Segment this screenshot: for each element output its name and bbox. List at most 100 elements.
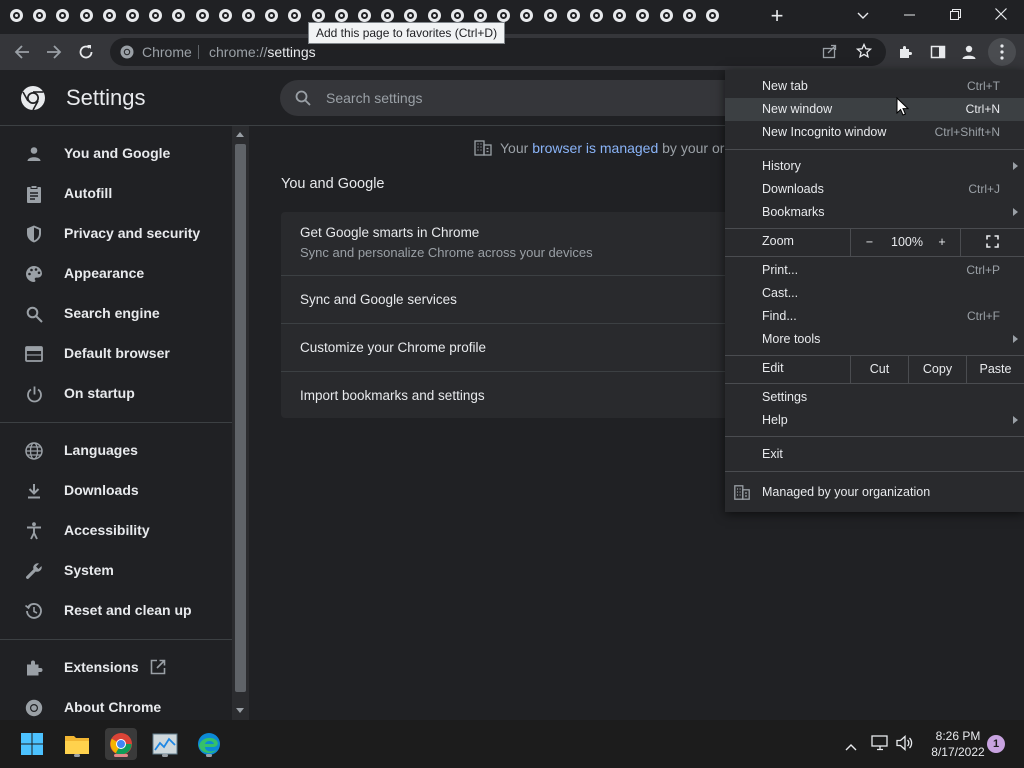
sidebar-item-privacy-and-security[interactable]: Privacy and security: [0, 214, 232, 254]
sidebar-item-search-engine[interactable]: Search engine: [0, 294, 232, 334]
menu-item-new-tab[interactable]: New tab Ctrl+T: [725, 75, 1024, 98]
sidebar-item-accessibility[interactable]: Accessibility: [0, 511, 232, 551]
tab-favicon-icon[interactable]: [427, 9, 441, 22]
tab-favicon-icon[interactable]: [79, 9, 93, 22]
menu-item-bookmarks[interactable]: Bookmarks: [725, 201, 1024, 224]
sidebar-item-autofill[interactable]: Autofill: [0, 174, 232, 214]
chrome-taskbar-button[interactable]: [105, 728, 137, 760]
menu-item-print[interactable]: Print... Ctrl+P: [725, 259, 1024, 282]
profile-button[interactable]: [955, 38, 983, 66]
tab-favicon-icon[interactable]: [242, 9, 255, 22]
menu-item-help[interactable]: Help: [725, 409, 1024, 432]
tab-favicon-icon[interactable]: [218, 9, 232, 22]
tab-favicon-icon[interactable]: [149, 9, 163, 22]
tab-favicon-icon[interactable]: [56, 9, 70, 22]
zoom-in-button[interactable]: +: [926, 228, 958, 256]
minimize-button[interactable]: [886, 0, 932, 30]
reload-button[interactable]: [72, 38, 100, 66]
tab-favicon-icon[interactable]: [659, 9, 673, 22]
cut-button[interactable]: Cut: [850, 355, 908, 383]
tab-favicon-icon[interactable]: [404, 9, 418, 22]
close-window-button[interactable]: [978, 0, 1024, 30]
chrome-menu-button[interactable]: [988, 38, 1016, 66]
tab-favicon-icon[interactable]: [33, 9, 47, 22]
menu-item-managed[interactable]: Managed by your organization: [725, 481, 1024, 504]
sidebar-item-languages[interactable]: Languages: [0, 431, 232, 471]
sync-and-google-services-row[interactable]: Sync and Google services: [281, 275, 741, 323]
customize-profile-row[interactable]: Customize your Chrome profile: [281, 323, 741, 371]
menu-item-cast[interactable]: Cast...: [725, 282, 1024, 305]
tab-favicon-icon[interactable]: [126, 9, 139, 22]
extensions-button[interactable]: [892, 38, 920, 66]
sidebar-item-appearance[interactable]: Appearance: [0, 254, 232, 294]
share-button[interactable]: [822, 43, 838, 64]
fullscreen-button[interactable]: [960, 228, 1024, 256]
tab-favicon-icon[interactable]: [288, 9, 302, 22]
tab-favicon-icon[interactable]: [102, 9, 116, 22]
menu-item-more-tools[interactable]: More tools: [725, 328, 1024, 351]
tab-favicon-icon[interactable]: [566, 9, 580, 22]
tab-favicon-icon[interactable]: [334, 9, 348, 22]
browser-managed-link[interactable]: browser is managed: [532, 140, 658, 156]
zoom-out-button[interactable]: −: [850, 228, 888, 256]
side-panel-button[interactable]: [924, 38, 952, 66]
network-button[interactable]: [871, 735, 889, 756]
start-button[interactable]: [16, 728, 48, 760]
tab-favicon-icon[interactable]: [311, 9, 325, 22]
sidebar-scrollbar[interactable]: [232, 126, 249, 720]
chevron-down-icon: [857, 12, 869, 19]
tab-favicon-icon[interactable]: [613, 9, 627, 22]
menu-item-exit[interactable]: Exit: [725, 443, 1024, 466]
back-button[interactable]: [8, 38, 36, 66]
tab-favicon-icon[interactable]: [172, 9, 186, 22]
menu-item-new-incognito-window[interactable]: New Incognito window Ctrl+Shift+N: [725, 121, 1024, 144]
sidebar-item-extensions[interactable]: Extensions: [0, 648, 232, 688]
search-input[interactable]: Search settings: [280, 80, 750, 116]
bookmark-star-button[interactable]: [855, 42, 873, 64]
scrollbar-thumb[interactable]: [235, 144, 246, 692]
tab-favicon-icon[interactable]: [10, 9, 23, 22]
scroll-down-arrow[interactable]: [236, 708, 244, 713]
menu-item-history[interactable]: History: [725, 155, 1024, 178]
edge-button[interactable]: [193, 728, 225, 760]
new-tab-button[interactable]: +: [764, 4, 790, 30]
menu-item-downloads[interactable]: Downloads Ctrl+J: [725, 178, 1024, 201]
restore-button[interactable]: [932, 0, 978, 30]
tab-favicon-icon[interactable]: [195, 9, 209, 22]
menu-item-settings[interactable]: Settings: [725, 386, 1024, 409]
tab-favicon-icon[interactable]: [450, 9, 464, 22]
sidebar-item-on-startup[interactable]: On startup: [0, 374, 232, 414]
tab-favicon-icon[interactable]: [636, 9, 650, 22]
tab-favicon-icon[interactable]: [682, 9, 696, 22]
tab-favicon-icon[interactable]: [381, 9, 395, 22]
tab-favicon-icon[interactable]: [543, 9, 557, 22]
sidebar-item-default-browser[interactable]: Default browser: [0, 334, 232, 374]
tab-favicon-icon[interactable]: [520, 9, 534, 22]
sidebar-item-system[interactable]: System: [0, 551, 232, 591]
scroll-up-arrow[interactable]: [236, 132, 244, 137]
sidebar-item-reset-and-clean-up[interactable]: Reset and clean up: [0, 591, 232, 631]
tab-favicon-icon[interactable]: [497, 9, 511, 22]
import-bookmarks-row[interactable]: Import bookmarks and settings: [281, 371, 741, 418]
show-hidden-icons-button[interactable]: [845, 738, 857, 756]
sync-promo-row[interactable]: Get Google smarts in Chrome Sync and per…: [281, 212, 741, 276]
file-explorer-button[interactable]: [61, 728, 93, 760]
menu-item-find[interactable]: Find... Ctrl+F: [725, 305, 1024, 328]
managed-notice: Your browser is managed by your orga: [474, 140, 740, 159]
tab-favicon-icon[interactable]: [590, 9, 603, 22]
system-monitor-button[interactable]: [149, 728, 181, 760]
paste-button[interactable]: Paste: [966, 355, 1024, 383]
tab-favicon-icon[interactable]: [358, 9, 371, 22]
copy-button[interactable]: Copy: [908, 355, 966, 383]
menu-item-new-window[interactable]: New window Ctrl+N: [725, 98, 1024, 121]
tab-favicon-icon[interactable]: [265, 9, 279, 22]
notification-badge[interactable]: 1: [987, 735, 1005, 753]
sidebar-item-downloads[interactable]: Downloads: [0, 471, 232, 511]
tab-favicon-icon[interactable]: [706, 9, 719, 22]
tab-search-button[interactable]: [840, 0, 886, 30]
tab-favicon-icon[interactable]: [474, 9, 487, 22]
system-clock[interactable]: 8:26 PM 8/17/2022: [918, 728, 998, 760]
sidebar-item-you-and-google[interactable]: You and Google: [0, 134, 232, 174]
volume-button[interactable]: [896, 735, 914, 756]
forward-button[interactable]: [40, 38, 68, 66]
